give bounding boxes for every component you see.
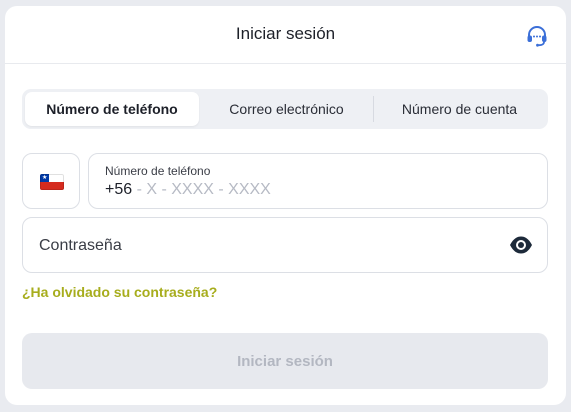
phone-number-input[interactable]: Número de teléfono +56 - X - XXXX - XXXX xyxy=(88,153,548,209)
chile-flag-icon: ★ xyxy=(40,174,64,190)
tab-phone-number[interactable]: Número de teléfono xyxy=(25,92,199,126)
phone-country-prefix: +56 xyxy=(105,181,133,198)
tab-email[interactable]: Correo electrónico xyxy=(199,92,374,126)
password-input[interactable]: Contraseña xyxy=(22,217,548,273)
tab-email-label: Correo electrónico xyxy=(229,101,344,117)
forgot-password-link[interactable]: ¿Ha olvidado su contraseña? xyxy=(22,284,217,300)
headset-icon[interactable] xyxy=(525,24,549,48)
eye-icon[interactable] xyxy=(509,235,533,255)
tab-account-number-label: Número de cuenta xyxy=(401,101,518,117)
tab-account-number[interactable]: Número de cuenta xyxy=(374,92,545,126)
dialog-title: Iniciar sesión xyxy=(235,24,336,43)
country-code-selector[interactable]: ★ xyxy=(22,153,80,209)
login-button[interactable]: Iniciar sesión xyxy=(22,333,548,389)
password-placeholder: Contraseña xyxy=(39,237,122,254)
phone-mask-placeholder: - X - XXXX - XXXX xyxy=(132,181,271,198)
phone-number-value: +56 - X - XXXX - XXXX xyxy=(105,181,271,199)
phone-number-label: Número de teléfono xyxy=(105,164,211,178)
tab-phone-number-label: Número de teléfono xyxy=(46,101,178,117)
login-card: Iniciar sesión Número de teléfono Correo… xyxy=(5,6,566,405)
login-method-tabs: Número de teléfono Correo electrónico Nú… xyxy=(22,89,548,129)
dialog-header: Iniciar sesión xyxy=(5,6,566,64)
